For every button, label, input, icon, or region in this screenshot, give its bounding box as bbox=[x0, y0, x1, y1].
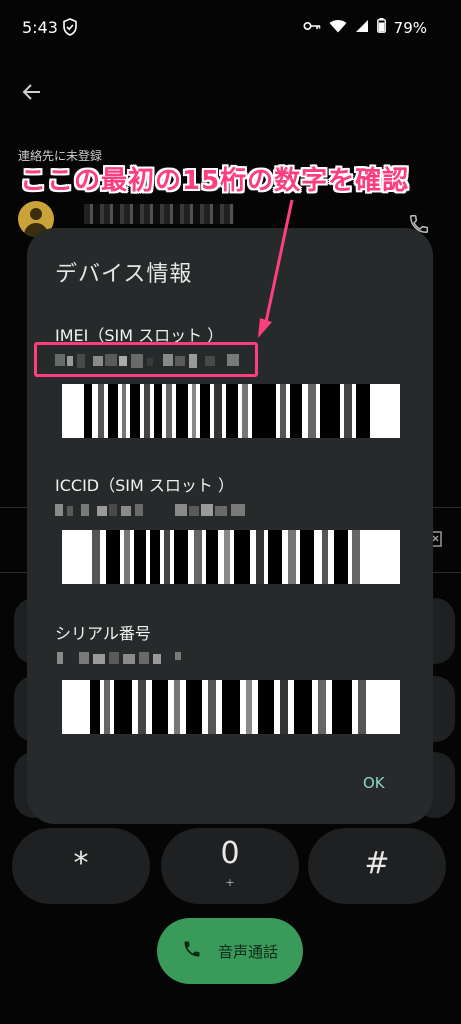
serial-value-redacted bbox=[55, 650, 215, 668]
battery-icon bbox=[376, 18, 386, 37]
voice-call-label: 音声通話 bbox=[217, 942, 278, 961]
wifi-icon bbox=[329, 19, 347, 37]
phone-number-redacted bbox=[84, 204, 234, 224]
vpn-key-icon bbox=[303, 20, 321, 36]
status-time: 5:43 bbox=[22, 18, 58, 37]
voice-call-button[interactable]: 音声通話 bbox=[157, 918, 303, 984]
keypad-key-0-sub: + bbox=[225, 876, 235, 889]
device-info-dialog: デバイス情報 IMEI（SIM スロット ） ICCID（SIM スロット ） … bbox=[27, 228, 433, 824]
signal-icon bbox=[355, 19, 369, 37]
imei-barcode bbox=[62, 384, 400, 438]
imei-highlight-box bbox=[34, 342, 258, 377]
ok-button[interactable]: OK bbox=[357, 770, 391, 796]
iccid-value-redacted bbox=[55, 502, 255, 520]
keypad-key-hash[interactable]: # bbox=[308, 828, 446, 904]
dialog-title: デバイス情報 bbox=[55, 262, 193, 287]
shield-icon bbox=[62, 18, 78, 36]
annotation-text: ここの最初の15桁の数字を確認 bbox=[20, 166, 410, 196]
status-icons: 79% bbox=[303, 18, 427, 37]
keypad-key-0-label: 0 bbox=[220, 836, 240, 871]
iccid-label: ICCID（SIM スロット ） bbox=[55, 476, 234, 495]
phone-icon bbox=[182, 939, 202, 963]
back-arrow-icon[interactable] bbox=[20, 80, 44, 104]
keypad-key-0[interactable]: 0 + bbox=[161, 828, 299, 904]
iccid-barcode bbox=[62, 530, 400, 584]
serial-barcode bbox=[62, 680, 400, 734]
keypad-key-star-label: * bbox=[73, 846, 89, 881]
keypad-key-hash-label: # bbox=[364, 846, 390, 881]
serial-label: シリアル番号 bbox=[55, 624, 151, 643]
battery-percent: 79% bbox=[393, 18, 427, 37]
keypad-key-star[interactable]: * bbox=[12, 828, 150, 904]
status-bar: 5:43 79% bbox=[0, 0, 461, 56]
